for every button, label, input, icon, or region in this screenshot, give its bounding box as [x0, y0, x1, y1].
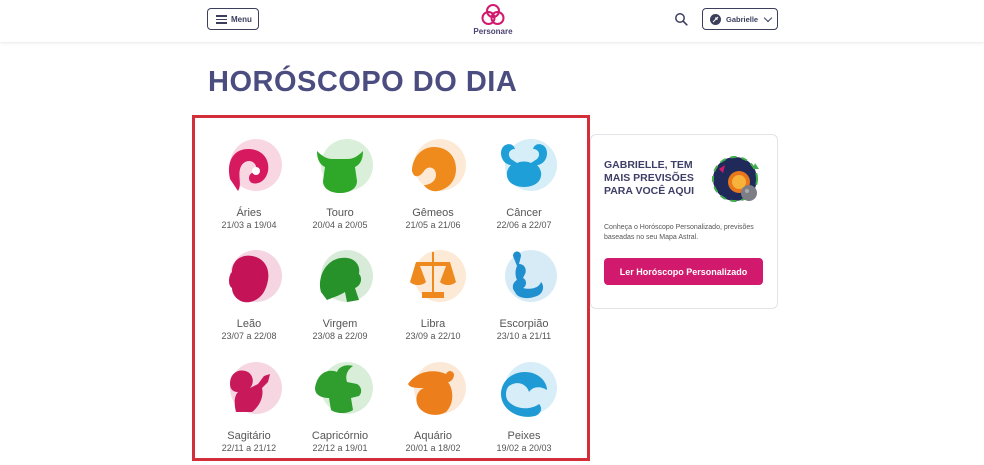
- sign-dates: 22/06 a 22/07: [496, 220, 552, 230]
- hamburger-icon: [216, 15, 227, 24]
- zodiac-sign-11[interactable]: Aquário 20/01 a 18/02: [385, 354, 481, 454]
- cancer-icon: [501, 139, 557, 191]
- chevron-down-icon: [763, 13, 773, 22]
- libra-icon: [410, 250, 466, 302]
- scorpio-icon: [505, 250, 557, 302]
- sign-dates: 23/08 a 22/09: [312, 331, 368, 341]
- sign-dates: 22/12 a 19/01: [312, 443, 368, 453]
- card-title: GABRIELLE, TEM MAIS PREVISÕES PARA VOCÊ …: [604, 159, 695, 197]
- zodiac-sign-8[interactable]: Escorpião 23/10 a 21/11: [476, 242, 572, 342]
- search-icon[interactable]: [674, 12, 688, 26]
- zodiac-sign-4[interactable]: Câncer 22/06 a 22/07: [476, 131, 572, 231]
- sign-dates: 22/11 a 21/12: [221, 443, 277, 453]
- pisces-icon: [501, 362, 557, 417]
- sign-name: Touro: [326, 207, 354, 219]
- zodiac-sign-9[interactable]: Sagitário 22/11 a 21/12: [201, 354, 297, 454]
- virgo-icon: [319, 250, 373, 302]
- sign-name: Capricórnio: [311, 430, 369, 442]
- zodiac-sign-10[interactable]: Capricórnio 22/12 a 19/01: [292, 354, 388, 454]
- sign-name: Escorpião: [499, 318, 549, 330]
- sign-name: Aquário: [414, 430, 452, 442]
- zodiac-sign-12[interactable]: Peixes 19/02 a 20/03: [476, 354, 572, 454]
- sign-name: Câncer: [506, 207, 542, 219]
- gemini-icon: [412, 139, 466, 192]
- sign-name: Virgem: [322, 318, 358, 330]
- personare-logo[interactable]: Personare: [471, 2, 515, 38]
- sign-dates: 21/03 a 19/04: [221, 220, 277, 230]
- card-description: Conheça o Horóscopo Personalizado, previ…: [604, 224, 754, 241]
- sign-dates: 20/04 a 20/05: [312, 220, 368, 230]
- zodiac-sign-2[interactable]: Touro 20/04 a 20/05: [292, 131, 388, 231]
- logo-knot-icon: [481, 4, 505, 25]
- zodiac-sign-1[interactable]: Áries 21/03 a 19/04: [201, 131, 297, 231]
- user-name: Gabrielle: [726, 14, 759, 24]
- leo-icon: [229, 250, 282, 303]
- personalized-horoscope-card: GABRIELLE, TEM MAIS PREVISÕES PARA VOCÊ …: [590, 134, 778, 309]
- sign-name: Libra: [420, 318, 446, 330]
- menu-label: Menu: [231, 14, 252, 24]
- read-personalized-horoscope-button[interactable]: Ler Horóscopo Personalizado: [604, 258, 763, 285]
- zodiac-sign-3[interactable]: Gêmeos 21/05 a 21/06: [385, 131, 481, 231]
- sign-dates: 23/07 a 22/08: [221, 331, 277, 341]
- zodiac-sign-5[interactable]: Leão 23/07 a 22/08: [201, 242, 297, 342]
- sign-dates: 19/02 a 20/03: [496, 443, 552, 453]
- aquarius-icon: [408, 362, 466, 415]
- sign-dates: 20/01 a 18/02: [405, 443, 461, 453]
- sign-dates: 23/10 a 21/11: [496, 331, 552, 341]
- sign-name: Gêmeos: [412, 207, 454, 219]
- sign-name: Sagitário: [227, 430, 271, 442]
- capricorn-icon: [315, 362, 373, 414]
- taurus-icon: [317, 139, 373, 193]
- sign-name: Leão: [236, 318, 262, 330]
- user-menu-button[interactable]: Gabrielle: [702, 8, 778, 30]
- menu-button[interactable]: Menu: [207, 8, 259, 30]
- sagittarius-icon: [230, 362, 282, 414]
- astral-sun-moon-icon: [712, 156, 759, 202]
- sign-name: Peixes: [507, 430, 541, 442]
- feather-icon: [710, 13, 721, 25]
- sign-dates: 21/05 a 21/06: [405, 220, 461, 230]
- zodiac-sign-6[interactable]: Virgem 23/08 a 22/09: [292, 242, 388, 342]
- page-title: HORÓSCOPO DO DIA: [208, 66, 518, 98]
- sign-name: Áries: [236, 207, 262, 219]
- logo-text: Personare: [473, 27, 513, 36]
- site-header: Menu Personare Gabrielle: [0, 0, 984, 42]
- zodiac-sign-7[interactable]: Libra 23/09 a 22/10: [385, 242, 481, 342]
- sign-dates: 23/09 a 22/10: [405, 331, 461, 341]
- aries-icon: [228, 139, 282, 191]
